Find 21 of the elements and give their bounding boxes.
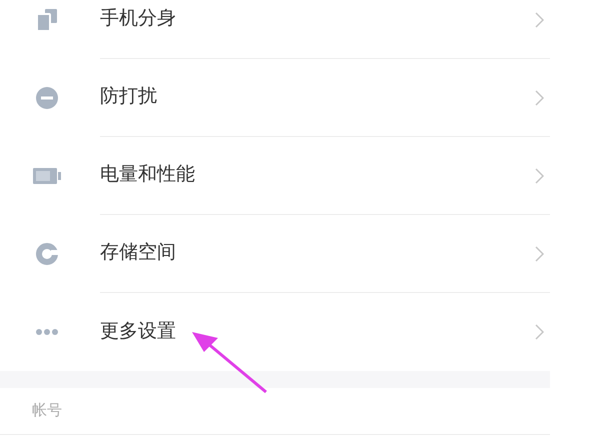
chevron-icon [535,12,544,28]
settings-item[interactable]: 存储空间 [0,215,550,293]
settings-item[interactable]: 手机分身 [0,0,550,59]
settings-item[interactable]: 更多设置 [0,293,550,371]
settings-item[interactable]: 电量和性能 [0,137,550,215]
item-label: 更多设置 [100,320,176,344]
battery-icon [33,168,61,184]
item-label: 手机分身 [100,7,176,32]
item-label: 存储空间 [100,241,176,266]
copy-icon [37,9,57,31]
section-header: 帐号 [32,400,62,421]
item-label: 防打扰 [100,85,157,110]
chevron-icon [535,324,544,340]
chevron-icon [535,168,544,184]
more-icon [36,329,58,335]
chevron-icon [535,246,544,262]
ring-icon [36,243,58,265]
minus-circle-icon [36,87,58,109]
item-label: 电量和性能 [100,163,195,188]
chevron-icon [535,90,544,106]
settings-item[interactable]: 防打扰 [0,59,550,137]
